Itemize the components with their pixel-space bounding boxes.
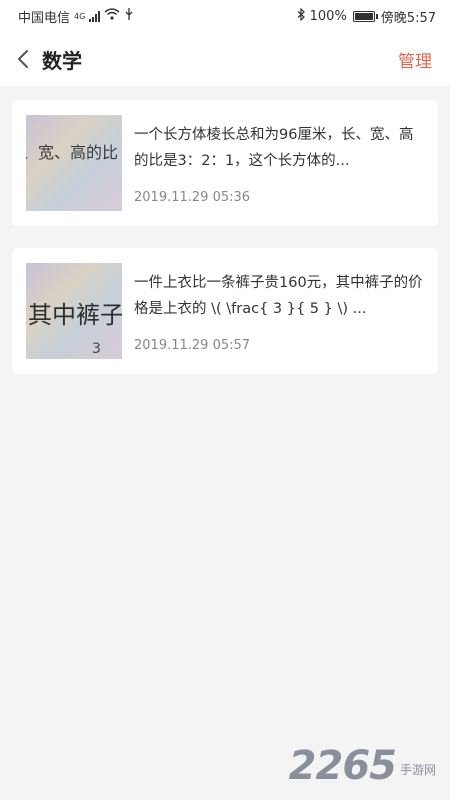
status-left: 中国电信 4G	[18, 7, 134, 26]
list-item[interactable]: 其中裤子 3 一件上衣比一条裤子贵160元，其中裤子的价格是上衣的 \( \fr…	[12, 248, 438, 374]
battery-icon	[352, 10, 378, 22]
clock-label: 傍晚5:57	[380, 10, 436, 26]
question-text: 一个长方体棱长总和为96厘米，长、宽、高的比是3：2：1，这个长方体的...	[134, 126, 414, 169]
question-thumbnail: 、宽、高的比	[26, 115, 122, 211]
battery-percent: 100%	[309, 8, 347, 24]
list-item-body: 一个长方体棱长总和为96厘米，长、宽、高的比是3：2：1，这个长方体的... 2…	[134, 122, 424, 205]
status-bar: 中国电信 4G 100% 傍晚5:57	[0, 0, 450, 32]
watermark-text: 手游网	[399, 763, 436, 777]
question-date: 2019.11.29 05:36	[134, 189, 251, 205]
thumbnail-text: 、宽、高的比	[26, 143, 119, 162]
carrier-label: 中国电信	[18, 10, 71, 26]
thumbnail-text: 其中裤子	[28, 301, 122, 329]
wifi-icon	[104, 8, 120, 24]
list-item[interactable]: 、宽、高的比 一个长方体棱长总和为96厘米，长、宽、高的比是3：2：1，这个长方…	[12, 100, 438, 226]
list-item-body: 一件上衣比一条裤子贵160元，其中裤子的价格是上衣的 \( \frac{ 3 }…	[134, 270, 424, 353]
back-arrow-icon[interactable]	[10, 46, 36, 72]
network-type-label: 4G	[74, 11, 86, 21]
nav-left: 数学	[10, 45, 82, 74]
watermark-number: 2265	[288, 743, 397, 789]
signal-icon	[89, 10, 101, 22]
question-text: 一件上衣比一条裤子贵160元，其中裤子的价格是上衣的 \( \frac{ 3 }…	[134, 274, 423, 317]
thumbnail-subtext: 3	[92, 341, 101, 357]
question-thumbnail: 其中裤子 3	[26, 263, 122, 359]
manage-button[interactable]: 管理	[398, 47, 432, 72]
site-watermark: 2265 手游网	[289, 746, 436, 786]
status-right: 100% 傍晚5:57	[297, 7, 436, 26]
page-title: 数学	[42, 48, 82, 73]
nav-bar: 数学 管理	[0, 32, 450, 86]
bluetooth-icon	[297, 7, 306, 25]
question-date: 2019.11.29 05:57	[134, 337, 251, 353]
question-list: 、宽、高的比 一个长方体棱长总和为96厘米，长、宽、高的比是3：2：1，这个长方…	[0, 86, 450, 374]
usb-icon	[124, 7, 134, 25]
